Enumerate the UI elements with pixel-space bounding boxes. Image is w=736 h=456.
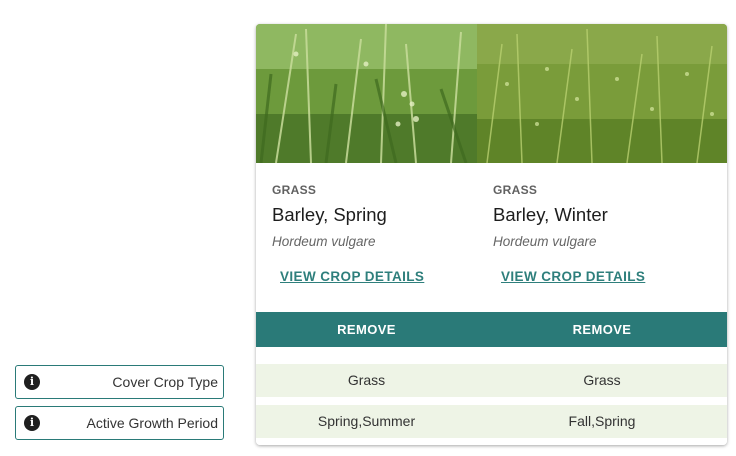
row-label-text: Active Growth Period bbox=[86, 415, 219, 431]
crop-family: GRASS bbox=[493, 183, 538, 197]
crop-family: GRASS bbox=[272, 183, 317, 197]
view-crop-details-link[interactable]: VIEW CROP DETAILS bbox=[501, 269, 645, 284]
info-icon[interactable]: i bbox=[24, 374, 40, 390]
crop-card-barley-winter: GRASS Barley, Winter Hordeum vulgare VIE… bbox=[477, 24, 727, 445]
active-growth-period-cell: Fall,Spring bbox=[477, 405, 727, 438]
row-label-active-growth-period: i Active Growth Period bbox=[15, 406, 224, 440]
crop-scientific-name: Hordeum vulgare bbox=[493, 234, 597, 249]
crop-card-barley-spring: GRASS Barley, Spring Hordeum vulgare VIE… bbox=[256, 24, 478, 445]
remove-button[interactable]: REMOVE bbox=[256, 312, 477, 347]
info-icon[interactable]: i bbox=[24, 415, 40, 431]
crop-scientific-name: Hordeum vulgare bbox=[272, 234, 376, 249]
crop-photo bbox=[256, 24, 477, 163]
crop-name: Barley, Winter bbox=[493, 204, 608, 225]
view-crop-details-link[interactable]: VIEW CROP DETAILS bbox=[280, 269, 424, 284]
crop-photo bbox=[477, 24, 727, 163]
remove-button[interactable]: REMOVE bbox=[477, 312, 727, 347]
cover-crop-type-cell: Grass bbox=[256, 364, 477, 397]
comparison-cards: GRASS Barley, Spring Hordeum vulgare VIE… bbox=[256, 24, 727, 445]
active-growth-period-cell: Spring,Summer bbox=[256, 405, 477, 438]
row-label-text: Cover Crop Type bbox=[112, 374, 218, 390]
row-label-cover-crop-type: i Cover Crop Type bbox=[15, 365, 224, 399]
crop-name: Barley, Spring bbox=[272, 204, 387, 225]
cover-crop-type-cell: Grass bbox=[477, 364, 727, 397]
